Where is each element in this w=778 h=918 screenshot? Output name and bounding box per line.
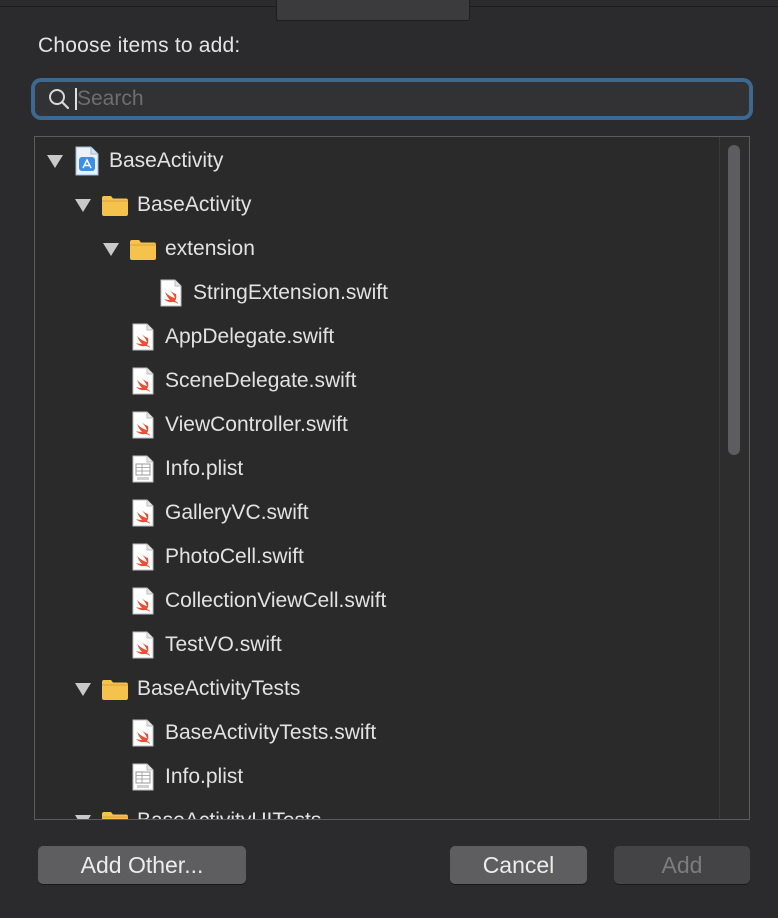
tree-row[interactable]: GalleryVC.swift [101,491,309,535]
sheet-title-tab [276,0,470,21]
plist-file-icon [129,455,157,483]
tree-row[interactable]: BaseActivityTests [73,667,300,711]
tree-row-label: extension [165,237,255,260]
search-field[interactable] [35,82,749,116]
folder-icon [101,191,129,219]
tree-row[interactable]: Info.plist [101,755,243,799]
tree-row[interactable]: BaseActivityTests.swift [101,711,376,755]
vertical-scrollbar[interactable] [719,137,749,819]
disclosure-triangle-icon[interactable] [101,239,121,259]
swift-file-icon [129,631,157,659]
tree-row-label: TestVO.swift [165,633,282,656]
tree-row-label: Info.plist [165,765,244,788]
dialog-prompt: Choose items to add: [38,34,241,57]
search-field-focus-ring [31,78,753,120]
project-icon [73,146,101,176]
tree-row[interactable]: ViewController.swift [101,403,348,447]
disclosure-triangle-icon[interactable] [73,811,93,819]
folder-icon [101,675,129,703]
sheet-top-border-right [469,0,778,7]
tree-row-label: BaseActivity [137,193,252,216]
tree-row-label: GalleryVC.swift [165,501,309,524]
scrollbar-thumb[interactable] [728,145,740,455]
add-other-button[interactable]: Add Other... [38,846,246,884]
tree-row[interactable]: SceneDelegate.swift [101,359,356,403]
tree-row-label: Info.plist [165,457,244,480]
folder-icon [101,807,129,819]
tree-row[interactable]: BaseActivity [73,183,251,227]
tree-row-label: CollectionViewCell.swift [165,589,387,612]
tree-row[interactable]: extension [101,227,255,271]
tree-row-label: StringExtension.swift [193,281,388,304]
tree-row-label: AppDelegate.swift [165,325,335,348]
tree-row[interactable]: Info.plist [101,447,243,491]
tree-row[interactable]: BaseActivityUITests [73,799,321,819]
tree-row-label: BaseActivityTests.swift [165,721,377,744]
tree-row-label: BaseActivityUITests [137,809,321,819]
tree-row[interactable]: TestVO.swift [101,623,282,667]
disclosure-triangle-icon[interactable] [73,679,93,699]
tree-row-label: PhotoCell.swift [165,545,304,568]
tree-row[interactable]: AppDelegate.swift [101,315,334,359]
disclosure-triangle-icon[interactable] [45,151,65,171]
cancel-button[interactable]: Cancel [450,846,587,884]
tree-row[interactable]: CollectionViewCell.swift [101,579,386,623]
tree-row-label: ViewController.swift [165,413,348,436]
swift-file-icon [129,719,157,747]
swift-file-icon [129,543,157,571]
swift-file-icon [129,323,157,351]
search-input[interactable] [77,87,677,111]
swift-file-icon [129,367,157,395]
plist-file-icon [129,763,157,791]
swift-file-icon [157,279,185,307]
sheet-top-border-left [0,0,276,7]
tree-row-label: SceneDelegate.swift [165,369,357,392]
tree-row-label: BaseActivityTests [137,677,301,700]
add-files-sheet: Choose items to add: BaseActivityBaseAct… [0,0,778,918]
swift-file-icon [129,499,157,527]
add-button[interactable]: Add [614,846,750,884]
tree-row[interactable]: PhotoCell.swift [101,535,304,579]
tree-row[interactable]: BaseActivity [45,139,223,183]
swift-file-icon [129,587,157,615]
tree-row[interactable]: StringExtension.swift [129,271,388,315]
disclosure-triangle-icon[interactable] [73,195,93,215]
tree-row-label: BaseActivity [109,149,224,172]
file-tree[interactable]: BaseActivity BaseActivity extension StringE… [34,136,750,820]
search-icon [47,87,71,111]
folder-icon [129,235,157,263]
swift-file-icon [129,411,157,439]
